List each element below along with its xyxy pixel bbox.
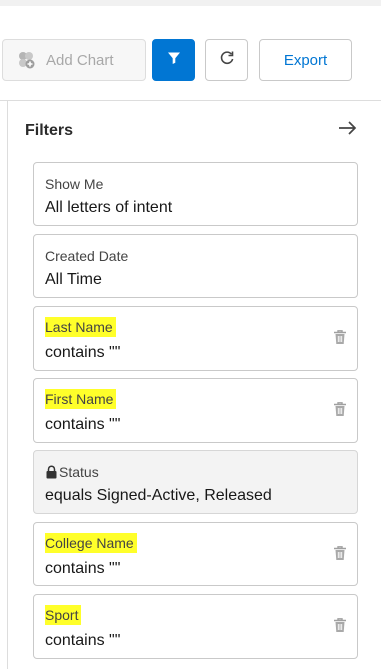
filter-label: Last Name: [45, 317, 116, 337]
filter-label-row: Status: [45, 463, 99, 481]
filter-card-status: Status equals Signed-Active, Released: [33, 450, 358, 514]
filter-card-college-name[interactable]: College Name contains "": [33, 522, 358, 586]
filter-value: All letters of intent: [45, 199, 173, 216]
top-strip: [0, 0, 381, 6]
trash-icon[interactable]: [333, 329, 347, 345]
refresh-icon: [219, 50, 235, 70]
filter-value: All Time: [45, 271, 102, 288]
filter-card-last-name[interactable]: Last Name contains "": [33, 306, 358, 371]
filter-label: Sport: [45, 605, 82, 625]
arrow-right-icon: [337, 121, 359, 141]
trash-icon[interactable]: [333, 545, 347, 561]
export-label: Export: [283, 51, 328, 69]
lock-icon: [45, 465, 58, 479]
filter-value: contains "": [45, 416, 121, 433]
collapse-panel-button[interactable]: [337, 119, 361, 139]
add-chart-button[interactable]: Add Chart: [2, 39, 146, 81]
filter-value: contains "": [45, 560, 121, 577]
filter-value: contains "": [45, 344, 121, 361]
add-chart-icon: [16, 50, 36, 70]
filter-card-created-date[interactable]: Created Date All Time: [33, 234, 358, 298]
toolbar: Add Chart Export: [0, 0, 381, 100]
filter-label: Status: [59, 464, 99, 480]
filter-button[interactable]: [152, 39, 195, 81]
trash-icon[interactable]: [333, 401, 347, 417]
filter-label: College Name: [45, 533, 137, 553]
filter-card-show-me[interactable]: Show Me All letters of intent: [33, 162, 358, 226]
filter-label: Created Date: [45, 248, 129, 264]
filter-card-sport[interactable]: Sport contains "": [33, 594, 358, 659]
filter-label: First Name: [45, 389, 117, 409]
filter-value: contains "": [45, 632, 121, 649]
add-chart-label: Add Chart: [46, 51, 114, 69]
trash-icon[interactable]: [333, 617, 347, 633]
filter-icon: [167, 51, 181, 69]
filters-title: Filters: [25, 122, 74, 139]
filter-card-first-name[interactable]: First Name contains "": [33, 378, 358, 443]
filter-label: Show Me: [45, 176, 104, 192]
filter-value: equals Signed-Active, Released: [45, 487, 272, 504]
export-button[interactable]: Export: [259, 39, 352, 81]
refresh-button[interactable]: [205, 39, 248, 81]
